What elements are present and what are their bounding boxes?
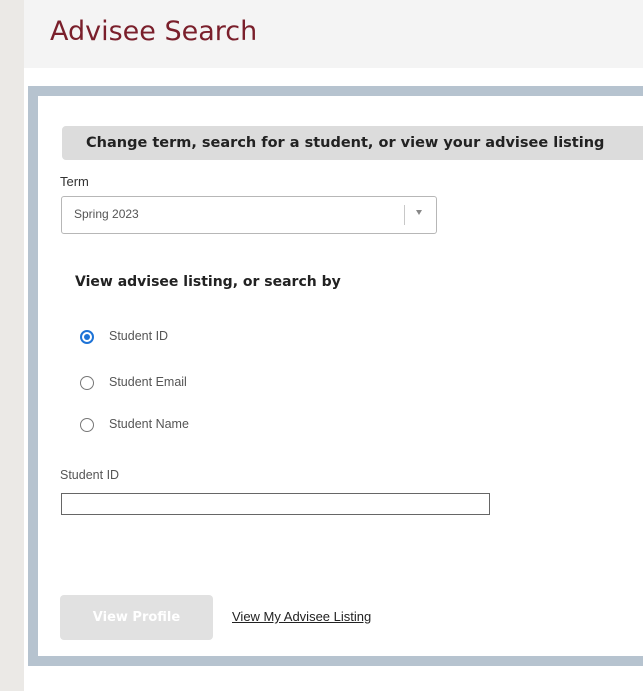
left-gutter [0, 0, 24, 691]
term-select-value: Spring 2023 [74, 207, 139, 221]
radio-unchecked-icon[interactable] [80, 376, 94, 390]
student-id-input[interactable] [61, 493, 490, 515]
term-label: Term [60, 174, 89, 189]
instructions-bar: Change term, search for a student, or vi… [62, 126, 643, 160]
radio-label-student-email: Student Email [109, 375, 187, 389]
radio-unchecked-icon[interactable] [80, 418, 94, 432]
radio-checked-icon[interactable] [80, 330, 94, 344]
view-profile-button[interactable]: View Profile [60, 595, 213, 640]
view-advisee-listing-link[interactable]: View My Advisee Listing [232, 609, 371, 624]
term-select[interactable]: Spring 2023 [61, 196, 437, 234]
advisee-search-panel: Change term, search for a student, or vi… [28, 86, 643, 666]
search-by-heading: View advisee listing, or search by [75, 274, 341, 290]
page-title: Advisee Search [50, 16, 258, 47]
radio-label-student-id: Student ID [109, 329, 169, 343]
select-divider [404, 205, 405, 225]
student-id-label: Student ID [60, 468, 120, 482]
radio-label-student-name: Student Name [109, 417, 189, 431]
page-header: Advisee Search [24, 0, 643, 68]
chevron-down-icon[interactable] [416, 210, 422, 215]
